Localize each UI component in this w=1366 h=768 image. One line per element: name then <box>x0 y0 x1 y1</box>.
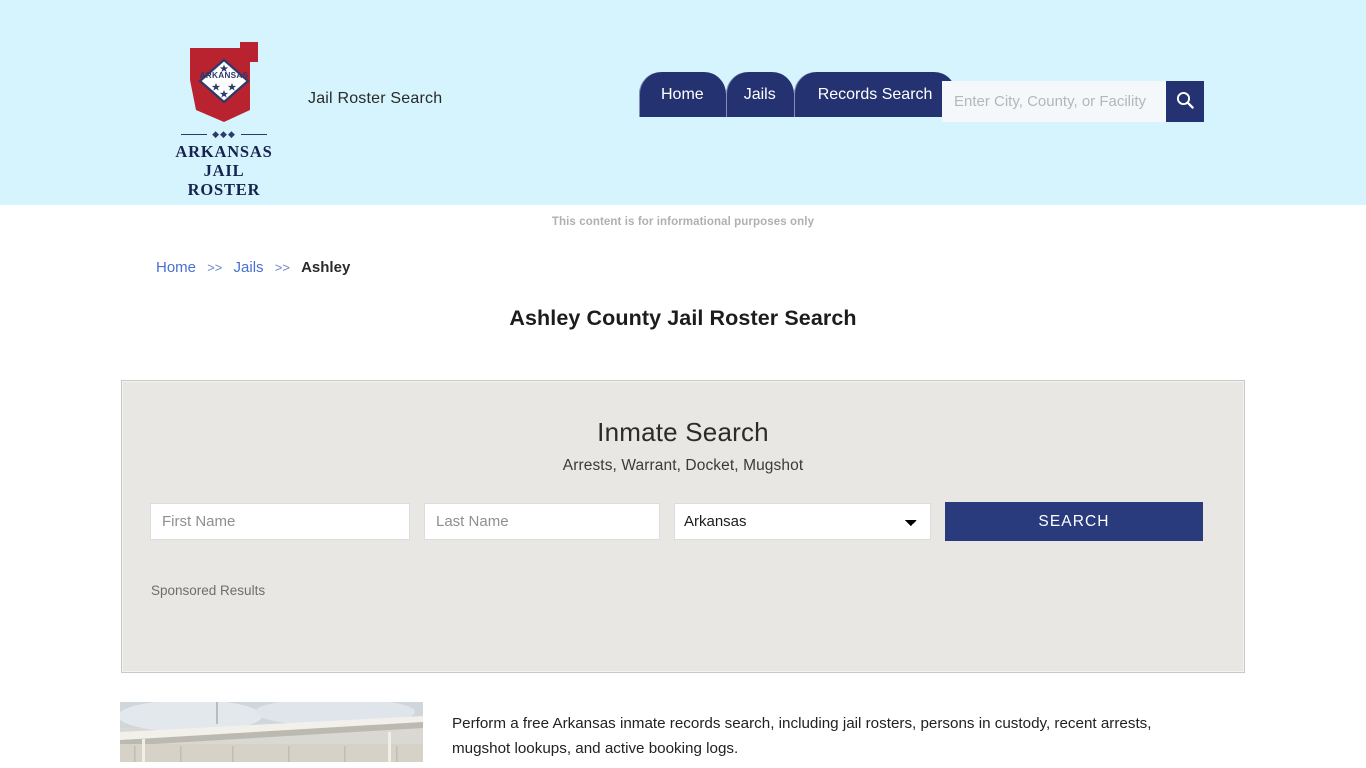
breadcrumb-item-home[interactable]: Home <box>156 259 196 276</box>
header-search <box>942 81 1204 122</box>
header-search-button[interactable] <box>1166 81 1204 122</box>
site-header: ARKANSAS ◆◆◆ ARKANSAS JAIL ROSTER Jail R… <box>0 0 1366 205</box>
main-navigation: Home Jails Records Search <box>639 72 957 117</box>
svg-text:ARKANSAS: ARKANSAS <box>200 71 249 80</box>
state-select[interactable]: Arkansas <box>674 503 931 540</box>
site-logo[interactable]: ARKANSAS ◆◆◆ ARKANSAS JAIL ROSTER <box>168 40 280 199</box>
bottom-section: Perform a free Arkansas inmate records s… <box>120 673 1246 762</box>
arkansas-state-logo-icon: ARKANSAS <box>178 40 270 126</box>
nav-item-records-search[interactable]: Records Search <box>793 72 957 117</box>
intro-paragraph: Perform a free Arkansas inmate records s… <box>452 715 1152 757</box>
header-inner: ARKANSAS ◆◆◆ ARKANSAS JAIL ROSTER Jail R… <box>130 0 1236 205</box>
page-title: Ashley County Jail Roster Search <box>509 306 857 330</box>
jail-building-photo <box>120 702 423 762</box>
nav-item-jails[interactable]: Jails <box>725 72 794 117</box>
site-tagline: Jail Roster Search <box>308 90 443 107</box>
logo-wordmark-line1: ARKANSAS <box>175 142 273 161</box>
last-name-input[interactable] <box>424 503 660 540</box>
inmate-search-panel: Inmate Search Arrests, Warrant, Docket, … <box>121 380 1245 673</box>
inmate-search-subtitle: Arrests, Warrant, Docket, Mugshot <box>562 457 804 474</box>
logo-wordmark-line2: JAIL ROSTER <box>187 161 261 199</box>
breadcrumb-item-current: Ashley <box>301 259 351 276</box>
inmate-search-form: Arkansas SEARCH <box>122 475 1244 541</box>
nav-item-home[interactable]: Home <box>639 72 726 117</box>
logo-divider: ◆◆◆ <box>181 130 267 139</box>
breadcrumb-separator: >> <box>274 260 290 275</box>
sponsored-results-label: Sponsored Results <box>151 583 266 598</box>
breadcrumb: Home >> Jails >> Ashley <box>120 228 1246 276</box>
inmate-search-title: Inmate Search <box>597 417 769 447</box>
main-content: Home >> Jails >> Ashley Ashley County Ja… <box>120 228 1246 762</box>
logo-wordmark: ARKANSAS JAIL ROSTER <box>168 142 280 199</box>
header-search-input[interactable] <box>942 81 1166 122</box>
breadcrumb-separator: >> <box>207 260 223 275</box>
informational-disclaimer: This content is for informational purpos… <box>551 216 815 228</box>
inmate-search-submit-button[interactable]: SEARCH <box>945 502 1203 541</box>
search-icon <box>1175 90 1195 113</box>
first-name-input[interactable] <box>150 503 410 540</box>
breadcrumb-item-jails[interactable]: Jails <box>234 259 264 276</box>
